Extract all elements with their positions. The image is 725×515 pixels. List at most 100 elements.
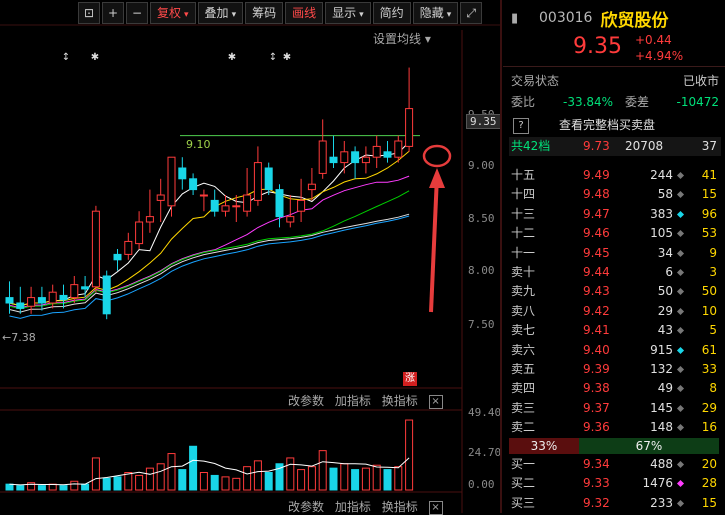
price-axis-label: 8.50 — [468, 212, 495, 225]
order-book-row[interactable]: 买二 9.33 1476 28 — [509, 474, 721, 493]
volume-bar — [199, 472, 208, 491]
order-book-row[interactable]: 卖七 9.41 43 5 — [509, 321, 721, 340]
change-value: +0.44 — [635, 33, 672, 47]
question-icon[interactable]: ? — [513, 118, 529, 134]
level-label: 买一 — [511, 457, 536, 471]
level-volume: 58 — [657, 187, 673, 202]
order-book-row[interactable]: 买三 9.32 233 15 — [509, 494, 721, 513]
candle-body — [297, 199, 306, 212]
candle-body — [372, 145, 381, 158]
volume-bar — [340, 463, 349, 491]
order-book-row[interactable]: 十四 9.48 58 15 — [509, 185, 721, 204]
order-book-row[interactable]: 卖五 9.39 132 33 — [509, 360, 721, 379]
stock-name: 欣贸股份 — [600, 10, 669, 31]
candle-body — [189, 178, 198, 191]
candle-body — [232, 205, 241, 208]
level-volume: 233 — [650, 495, 673, 510]
level-marker-icon — [676, 288, 685, 296]
order-book-row[interactable]: 十五 9.49 244 41 — [509, 166, 721, 185]
order-book-row[interactable]: 卖九 9.43 50 50 — [509, 282, 721, 301]
level-volume: 132 — [650, 362, 673, 376]
level-volume: 488 — [650, 457, 673, 471]
level-marker-icon — [676, 404, 685, 412]
candle-body — [286, 216, 295, 223]
kline-chart-area[interactable]: ⊡ + − 复权 ▾ 叠加 ▾ 筹码 画线 显示 ▾ 简约 隐藏 ▾ ⤢ 设置均线 ▾ ↕ ✱ ✱ ↕ ✱ 9.10… — [0, 0, 502, 515]
level-label: 卖十 — [511, 265, 536, 279]
add-indicator-button[interactable]: 加指标 — [335, 394, 371, 408]
last-price: 9.35 — [573, 34, 622, 59]
level-count: 3 — [709, 265, 717, 279]
panel-divider[interactable] — [500, 0, 502, 513]
order-book-row[interactable]: 买一 9.34 488 20 — [509, 455, 721, 474]
volume-bar — [221, 476, 230, 491]
candle-body — [340, 151, 349, 164]
level-label: 卖五 — [511, 362, 536, 376]
order-book-row[interactable]: 十三 9.47 383 96 — [509, 205, 721, 224]
close-icon[interactable]: × — [428, 500, 443, 515]
order-book-row[interactable]: 十二 9.46 105 53 — [509, 224, 721, 243]
event-marker-icon: ↕ — [269, 52, 277, 63]
total-count: 37 — [701, 139, 717, 153]
total-levels-label: 共42档 — [511, 139, 551, 153]
candle-body — [70, 284, 79, 299]
kline-svg: ↕ ✱ ✱ ↕ ✱ — [0, 24, 500, 513]
full-book-link[interactable]: 查看完整档买卖盘 — [559, 116, 655, 135]
order-book-row[interactable]: 十一 9.45 34 9 — [509, 244, 721, 263]
order-book-row[interactable]: 卖八 9.42 29 10 — [509, 302, 721, 321]
candle-body — [307, 183, 316, 191]
level-price: 9.44 — [583, 265, 610, 279]
menu-icon[interactable]: ▮ — [511, 11, 518, 26]
order-book-row[interactable]: 卖四 9.38 49 8 — [509, 379, 721, 398]
level-price: 9.38 — [583, 381, 610, 396]
order-book-row[interactable]: 卖十 9.44 6 3 — [509, 263, 721, 282]
switch-indicator-button[interactable]: 换指标 — [382, 500, 418, 514]
full-book-row[interactable]: ? 查看完整档买卖盘 — [509, 116, 721, 135]
volume-bar — [383, 469, 392, 491]
volume-bar — [351, 469, 360, 491]
candle-body — [5, 297, 14, 304]
volume-axis-label: 24.70 — [468, 446, 502, 459]
level-volume: 43 — [657, 323, 673, 338]
switch-indicator-button[interactable]: 换指标 — [382, 394, 418, 408]
buy-ratio-bar: 67% — [579, 438, 719, 454]
order-book-row[interactable]: 卖三 9.37 145 29 — [509, 399, 721, 418]
callout-arrowhead — [429, 168, 445, 188]
candle-body — [37, 297, 46, 304]
price-axis-label: 8.00 — [468, 264, 495, 277]
level-price: 9.32 — [583, 495, 610, 510]
close-icon[interactable]: × — [428, 394, 443, 409]
edit-params-button[interactable]: 改参数 — [288, 394, 324, 408]
volume-bar — [91, 457, 100, 491]
price-line-label: 9.10 — [186, 138, 211, 151]
ma20-line — [9, 175, 410, 309]
low-price-label: ←7.38 — [2, 331, 36, 344]
volume-bar — [167, 453, 176, 491]
volume-bar — [81, 483, 90, 491]
level-volume: 34 — [657, 245, 673, 260]
level-label: 十一 — [511, 245, 536, 260]
candle-body — [16, 302, 25, 309]
level-label: 卖六 — [511, 342, 536, 357]
volume-bar — [243, 466, 252, 491]
candle-body — [405, 108, 414, 147]
order-book-row[interactable]: 卖六 9.40 915 61 — [509, 341, 721, 360]
add-indicator-button[interactable]: 加指标 — [335, 500, 371, 514]
indicator-controls: 改参数 加指标 换指标 × — [288, 392, 450, 409]
order-book-row[interactable]: 卖二 9.36 148 16 — [509, 418, 721, 437]
volume-bar — [59, 485, 68, 491]
level-price: 9.49 — [583, 168, 610, 182]
volume-bar — [372, 464, 381, 491]
volume-bar — [318, 450, 327, 491]
level-volume: 29 — [657, 303, 673, 318]
volume-axis-label: 49.40 — [468, 406, 502, 419]
level-price: 9.47 — [583, 206, 610, 221]
level-label: 十二 — [511, 226, 536, 241]
total-volume: 20708 — [625, 139, 664, 153]
level-volume: 105 — [650, 226, 673, 241]
current-price-axis-label: 9.35 — [466, 114, 501, 129]
candle-body — [145, 216, 154, 223]
edit-params-button[interactable]: 改参数 — [288, 500, 324, 514]
ma30-line — [9, 190, 410, 310]
volume-bar — [307, 466, 316, 491]
volume-bar — [286, 457, 295, 491]
